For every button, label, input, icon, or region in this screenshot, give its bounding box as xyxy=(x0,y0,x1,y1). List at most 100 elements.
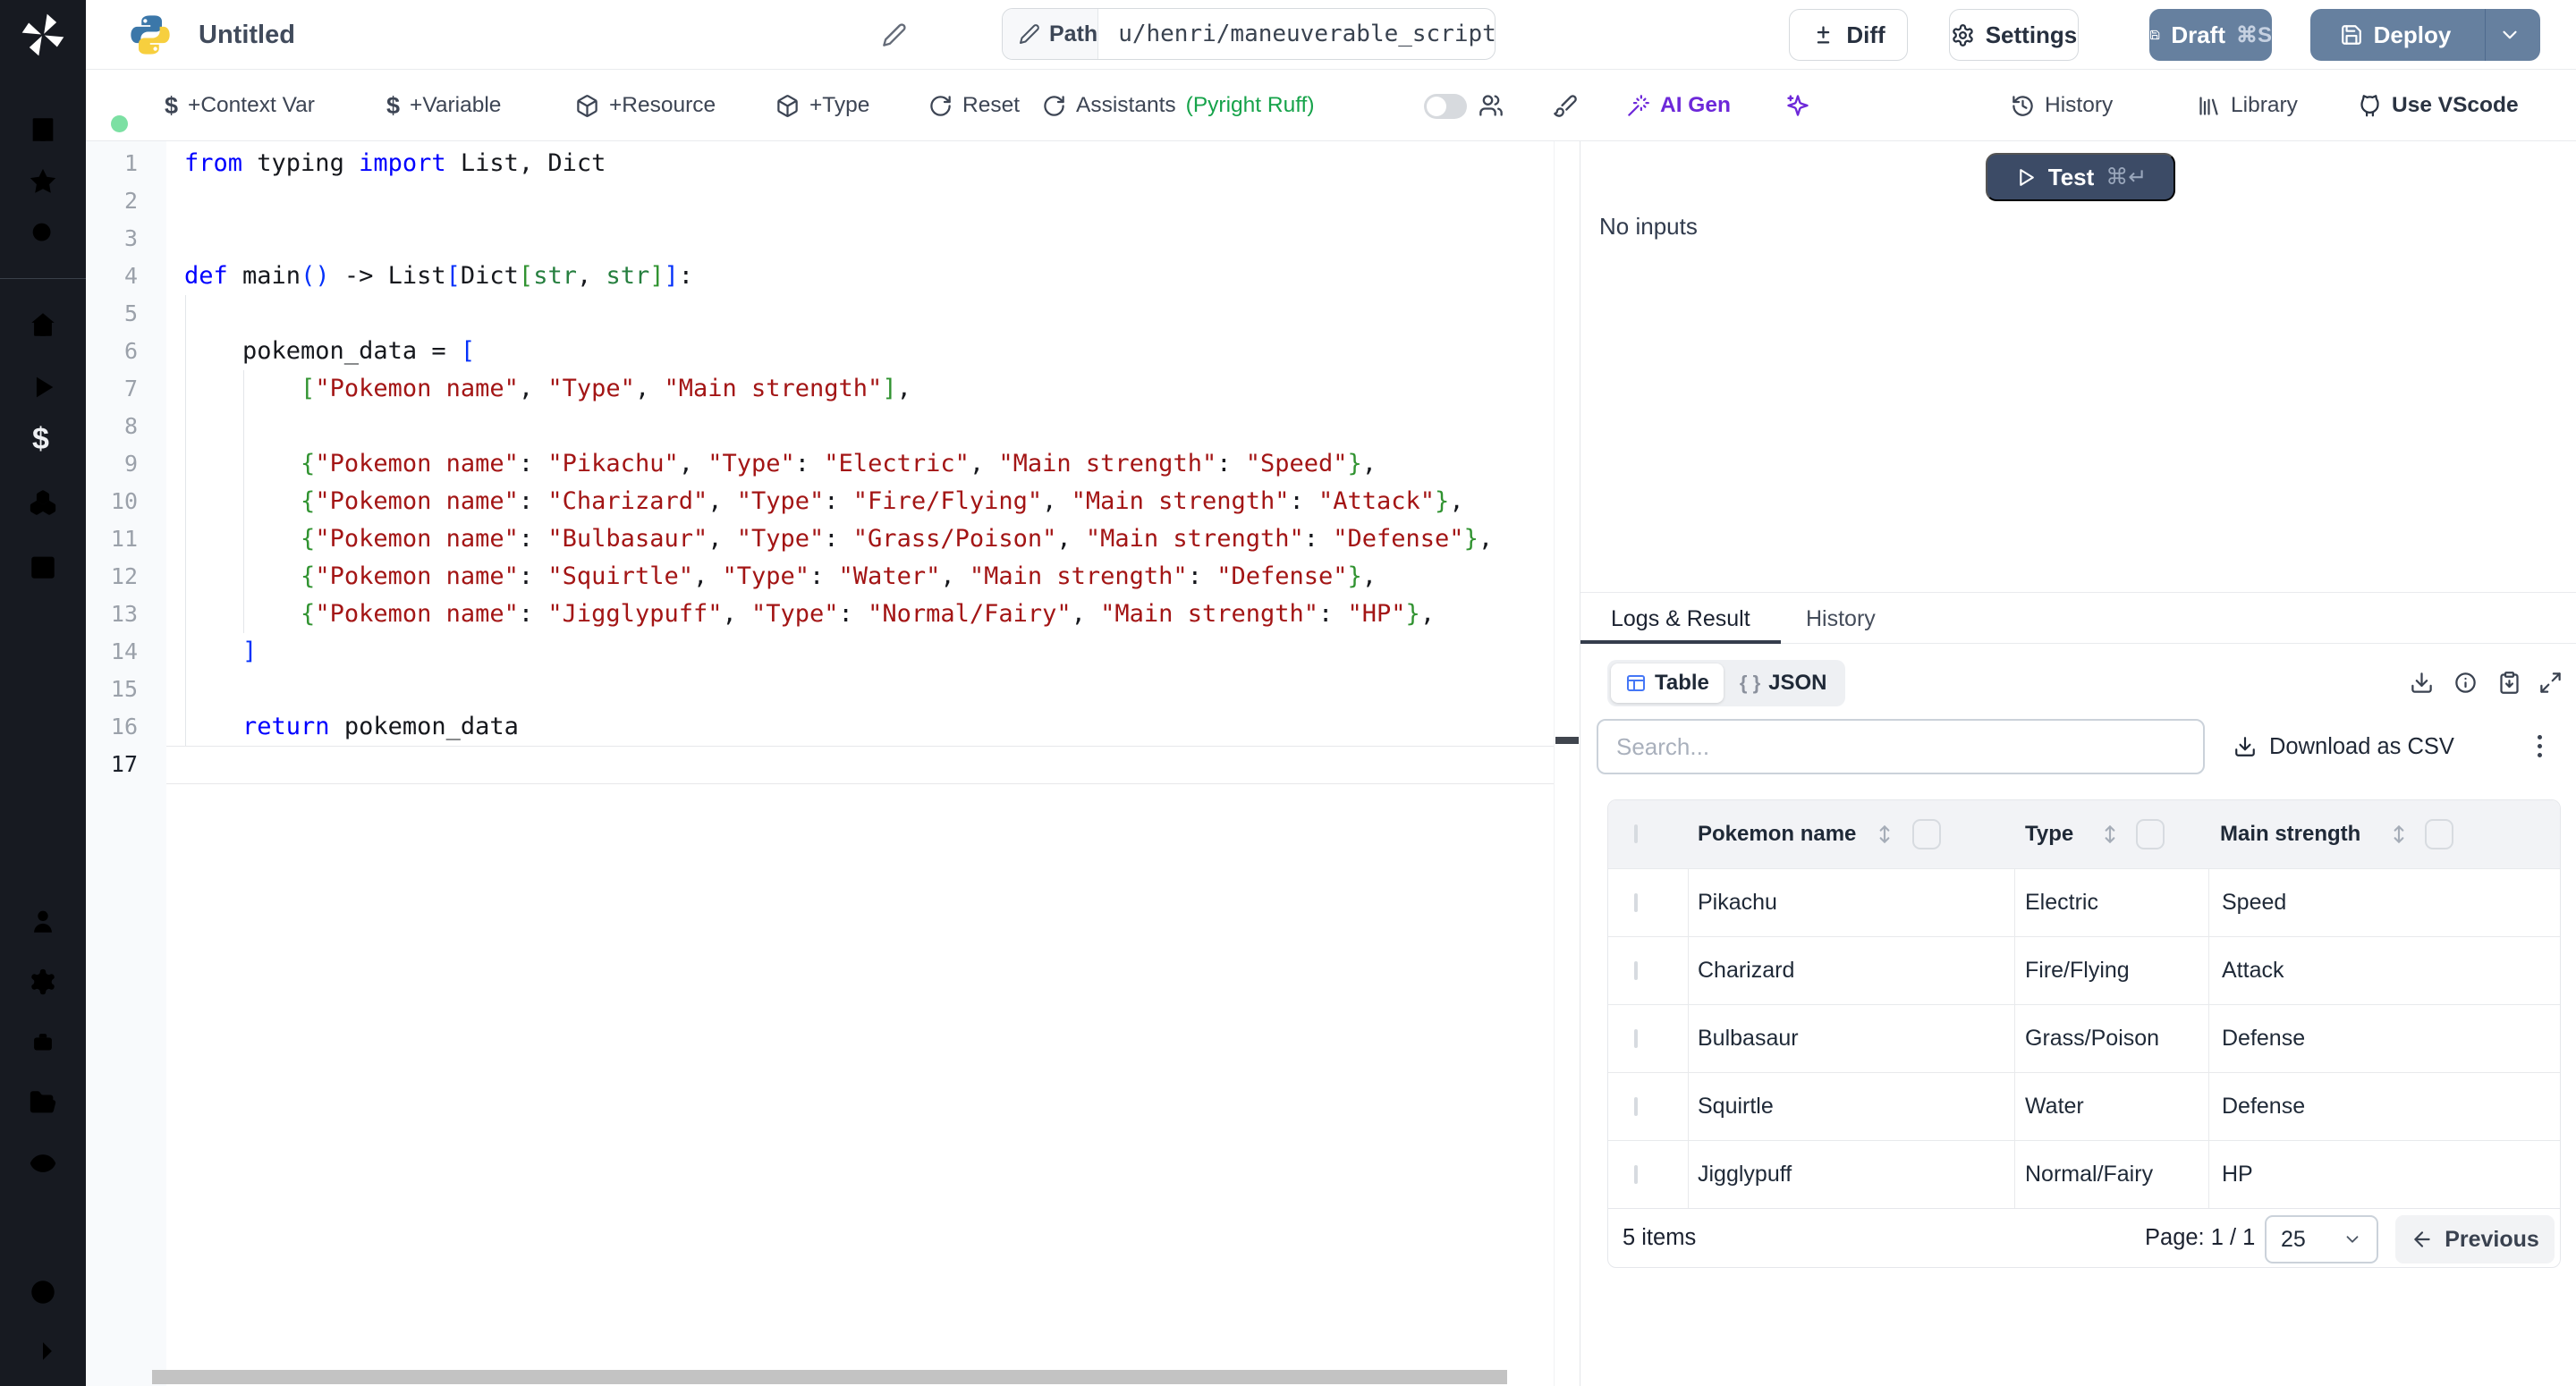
column-filter-button[interactable] xyxy=(2425,819,2453,849)
collab-toggle[interactable] xyxy=(1424,94,1467,119)
code-line[interactable]: ["Pokemon name", "Type", "Main strength"… xyxy=(184,370,911,408)
assistants-button[interactable]: Assistants (Pyright Ruff) xyxy=(1042,70,1315,141)
previous-page-button[interactable]: Previous xyxy=(2395,1215,2555,1263)
add-resource-button[interactable]: +Resource xyxy=(575,70,716,141)
copy-clipboard-icon[interactable] xyxy=(2497,671,2521,695)
expand-rail-arrow-icon[interactable] xyxy=(28,1336,58,1366)
add-type-button[interactable]: +Type xyxy=(775,70,869,141)
history-button[interactable]: History xyxy=(2011,70,2113,141)
folders-icon[interactable] xyxy=(28,1087,58,1118)
library-button[interactable]: Library xyxy=(2197,70,2298,141)
format-brush-icon[interactable] xyxy=(1553,93,1578,118)
table-row[interactable]: CharizardFire/FlyingAttack xyxy=(1608,936,2560,1004)
code-editor[interactable]: 1234567891011121314151617 from typing im… xyxy=(86,141,1580,1386)
code-line[interactable]: {"Pokemon name": "Jigglypuff", "Type": "… xyxy=(184,596,1435,633)
sparkles-icon[interactable] xyxy=(1785,93,1810,118)
deploy-button[interactable]: Deploy xyxy=(2317,9,2475,61)
schedules-calendar-icon[interactable] xyxy=(28,552,58,582)
page-size-select[interactable]: 25 xyxy=(2265,1215,2378,1263)
code-line[interactable]: {"Pokemon name": "Pikachu", "Type": "Ele… xyxy=(184,445,1377,483)
code-line[interactable]: {"Pokemon name": "Bulbasaur", "Type": "G… xyxy=(184,520,1493,558)
resources-boxes-icon[interactable] xyxy=(28,487,58,518)
select-all-checkbox[interactable] xyxy=(1634,824,1638,843)
path-field[interactable]: Path u/henri/maneuverable_script xyxy=(1002,8,1496,60)
rail-divider xyxy=(0,278,86,279)
view-toggle-table[interactable]: Table xyxy=(1611,663,1724,703)
help-icon[interactable] xyxy=(28,1277,58,1307)
download-result-icon[interactable] xyxy=(2410,671,2434,695)
ai-gen-button[interactable]: AI Gen xyxy=(1626,70,1731,141)
add-variable-button[interactable]: $ +Variable xyxy=(386,70,501,141)
sort-icon[interactable] xyxy=(2387,823,2411,846)
add-type-label: +Type xyxy=(809,93,869,118)
result-table: Pokemon name Type Main strength PikachuE… xyxy=(1607,799,2561,1268)
table-row[interactable]: BulbasaurGrass/PoisonDefense xyxy=(1608,1004,2560,1072)
horizontal-scrollbar[interactable] xyxy=(152,1370,1507,1384)
runs-play-icon[interactable] xyxy=(28,372,58,402)
deploy-dropdown-button[interactable] xyxy=(2485,9,2534,61)
row-checkbox[interactable] xyxy=(1634,1097,1638,1116)
status-dot xyxy=(111,115,128,132)
library-icon xyxy=(2197,94,2221,118)
search-input[interactable] xyxy=(1597,719,2205,774)
diff-button[interactable]: Diff xyxy=(1789,9,1908,61)
table-cell: Defense xyxy=(2222,1026,2305,1052)
code-line[interactable]: def main() -> List[Dict[str, str]]: xyxy=(184,258,693,295)
column-divider xyxy=(2014,1073,2015,1140)
code-line[interactable]: ] xyxy=(184,633,257,671)
chevron-down-icon xyxy=(2498,23,2521,46)
download-csv-button[interactable]: Download as CSV xyxy=(2233,719,2454,774)
code-line[interactable]: {"Pokemon name": "Charizard", "Type": "F… xyxy=(184,483,1464,520)
refresh-icon xyxy=(1042,94,1066,118)
column-header-pokemon-name[interactable]: Pokemon name xyxy=(1698,822,1856,847)
table-row[interactable]: JigglypuffNormal/FairyHP xyxy=(1608,1140,2560,1208)
table-menu-kebab-icon[interactable] xyxy=(2520,726,2559,765)
info-icon[interactable] xyxy=(2453,671,2478,695)
save-draft-button[interactable]: Draft ⌘S xyxy=(2149,9,2272,61)
multiplayer-users-icon[interactable] xyxy=(1479,93,1504,118)
workers-robot-icon[interactable] xyxy=(28,1027,58,1058)
column-filter-button[interactable] xyxy=(1912,819,1941,849)
row-checkbox[interactable] xyxy=(1634,1165,1638,1184)
add-context-var-button[interactable]: $ +Context Var xyxy=(165,70,315,141)
items-count: 5 items xyxy=(1623,1225,1696,1251)
search-icon[interactable] xyxy=(28,218,58,249)
variables-dollar-icon[interactable]: $ xyxy=(32,422,49,457)
row-checkbox[interactable] xyxy=(1634,893,1638,912)
package-icon xyxy=(575,94,599,118)
overview-ruler[interactable] xyxy=(1554,141,1580,1386)
windmill-logo-icon[interactable] xyxy=(18,10,68,60)
code-line[interactable]: from typing import List, Dict xyxy=(184,145,606,182)
table-cell: Fire/Flying xyxy=(2025,958,2130,984)
row-checkbox[interactable] xyxy=(1634,1029,1638,1048)
row-checkbox[interactable] xyxy=(1634,961,1638,980)
code-line[interactable]: return pokemon_data xyxy=(184,708,519,746)
home-icon[interactable] xyxy=(28,309,58,340)
table-row[interactable]: PikachuElectricSpeed xyxy=(1608,868,2560,936)
table-row[interactable]: SquirtleWaterDefense xyxy=(1608,1072,2560,1140)
sort-icon[interactable] xyxy=(1873,823,1896,846)
users-icon[interactable] xyxy=(28,906,58,936)
edit-title-pencil-icon[interactable] xyxy=(882,22,907,47)
favorites-star-icon[interactable] xyxy=(28,166,58,197)
reset-button[interactable]: Reset xyxy=(928,70,1020,141)
audit-eye-icon[interactable] xyxy=(28,1148,58,1179)
settings-button[interactable]: Settings xyxy=(1949,9,2079,61)
expand-result-icon[interactable] xyxy=(2538,671,2563,695)
code-line[interactable]: pokemon_data = [ xyxy=(184,333,475,370)
test-button[interactable]: Test ⌘↵ xyxy=(1986,153,2175,201)
workspace-building-icon[interactable] xyxy=(28,114,58,145)
path-value[interactable]: u/henri/maneuverable_script xyxy=(1098,9,1496,59)
tab-logs-and-result[interactable]: Logs & Result xyxy=(1611,593,1750,645)
table-cell: Attack xyxy=(2222,958,2284,984)
column-header-type[interactable]: Type xyxy=(2025,822,2073,847)
code-line[interactable]: {"Pokemon name": "Squirtle", "Type": "Wa… xyxy=(184,558,1377,596)
view-toggle-json[interactable]: { } JSON xyxy=(1725,663,1842,703)
settings-gear-icon[interactable] xyxy=(28,967,58,997)
tab-history[interactable]: History xyxy=(1806,593,1876,645)
use-vscode-button[interactable]: Use VScode xyxy=(2358,70,2519,141)
sort-icon[interactable] xyxy=(2098,823,2122,846)
column-filter-button[interactable] xyxy=(2136,819,2165,849)
column-header-main-strength[interactable]: Main strength xyxy=(2220,822,2360,847)
diff-label: Diff xyxy=(1846,21,1885,49)
